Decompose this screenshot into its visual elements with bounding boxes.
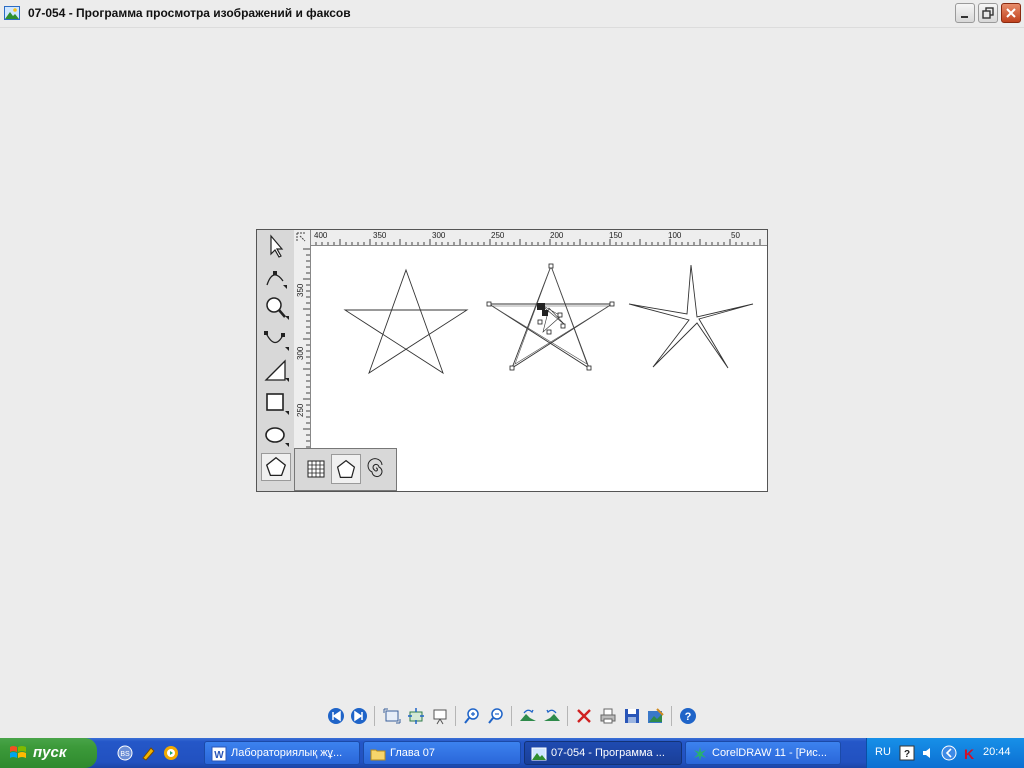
ruler-top-label: 150 [609, 231, 623, 240]
ruler-left-label: 250 [296, 403, 305, 417]
zoom-out-icon[interactable] [486, 706, 506, 726]
delete-icon[interactable] [574, 706, 594, 726]
toolbar-separator [567, 706, 568, 726]
polygon-flyout [294, 448, 397, 491]
toolbar-separator [511, 706, 512, 726]
curve-tool-icon [264, 331, 289, 351]
spiral-icon [367, 458, 383, 478]
save-icon[interactable] [622, 706, 642, 726]
ruler-top: 400 350 300 250 200 150 100 50 [294, 230, 767, 246]
svg-text:K: K [964, 746, 974, 761]
media-player-icon[interactable] [163, 745, 179, 761]
shape-tool-icon [266, 271, 287, 289]
svg-text:?: ? [685, 711, 692, 723]
word-icon: W [211, 746, 227, 762]
ellipse-tool-icon [265, 427, 289, 447]
taskbar-item[interactable]: W Лабораториялық жұ... [204, 741, 360, 765]
polygon-tool-icon [261, 453, 291, 481]
clock: 20:44 [983, 746, 1011, 758]
polygon-icon [331, 454, 361, 484]
ruler-corner [294, 230, 311, 246]
toolbox [257, 230, 295, 491]
system-tray: RU ? K 20:44 [866, 738, 1024, 768]
ruler-origin-icon [296, 232, 306, 242]
taskbar-item-label: Глава 07 [390, 747, 436, 759]
taskbar-item-label: 07-054 - Программа ... [551, 747, 665, 759]
zoom-tool-icon [266, 297, 289, 320]
actual-size-icon[interactable] [406, 706, 426, 726]
ruler-top-label: 100 [668, 231, 682, 240]
toolbar-separator [374, 706, 375, 726]
image-viewer-icon [4, 6, 20, 20]
pick-tool-icon [270, 234, 284, 258]
kaspersky-icon[interactable]: K [961, 745, 977, 761]
viewer-toolbar: ? [322, 703, 702, 729]
star-shape-distorted [628, 264, 754, 369]
zoom-in-icon[interactable] [462, 706, 482, 726]
pencil-icon[interactable] [140, 745, 156, 761]
restore-icon [982, 7, 994, 19]
taskbar: пуск BS W Лабораториялық жұ... Глава 07 … [0, 738, 1024, 768]
graph-paper-icon [307, 460, 325, 478]
start-button[interactable]: пуск [0, 738, 97, 768]
toolbar-separator [455, 706, 456, 726]
title-bar: 07-054 - Программа просмотра изображений… [0, 0, 1024, 28]
ruler-top-label: 250 [491, 231, 505, 240]
svg-text:BS: BS [120, 751, 130, 758]
taskbar-item-label: Лабораториялық жұ... [231, 747, 343, 759]
best-fit-icon[interactable] [382, 706, 402, 726]
close-button[interactable] [1001, 3, 1021, 23]
ruler-top-graphic: 400 350 300 250 200 150 100 50 [309, 231, 761, 245]
restore-button[interactable] [978, 3, 998, 23]
minimize-button[interactable] [955, 3, 975, 23]
ruler-left-label: 350 [296, 283, 305, 297]
toolbar-separator [671, 706, 672, 726]
previous-image-icon[interactable] [326, 706, 346, 726]
print-icon[interactable] [598, 706, 618, 726]
rectangle-tool-icon [266, 393, 289, 415]
start-label: пуск [33, 744, 67, 761]
ruler-top-label: 350 [373, 231, 387, 240]
taskbar-item-label: CorelDRAW 11 - [Рис... [712, 747, 827, 759]
star-shape [343, 268, 469, 375]
window-title: 07-054 - Программа просмотра изображений… [28, 6, 351, 20]
ruler-top-label: 300 [432, 231, 446, 240]
dimension-tool-icon [264, 359, 289, 382]
star-shape-selected [486, 263, 615, 371]
close-icon [1006, 8, 1016, 18]
help-tray-icon[interactable]: ? [899, 745, 915, 761]
ruler-top-label: 400 [314, 231, 328, 240]
rotate-counterclockwise-icon[interactable] [542, 706, 562, 726]
minimize-icon [961, 16, 968, 18]
ruler-left-label: 300 [296, 346, 305, 360]
speaker-icon[interactable] [921, 745, 937, 761]
taskbar-item[interactable]: Глава 07 [363, 741, 521, 765]
taskbar-item-active[interactable]: 07-054 - Программа ... [524, 741, 682, 765]
svg-text:W: W [214, 750, 224, 761]
language-indicator[interactable]: RU [875, 746, 891, 758]
slideshow-icon[interactable] [430, 706, 450, 726]
ruler-top-label: 200 [550, 231, 564, 240]
taskbar-item[interactable]: CorelDRAW 11 - [Рис... [685, 741, 841, 765]
rotate-clockwise-icon[interactable] [518, 706, 538, 726]
windows-logo-icon [10, 746, 26, 758]
coreldraw-icon [694, 747, 706, 761]
ruler-top-label: 50 [731, 231, 740, 240]
bs-player-icon[interactable]: BS [117, 745, 133, 761]
image-viewer-icon [531, 747, 547, 761]
next-image-icon[interactable] [349, 706, 369, 726]
edit-icon[interactable] [646, 706, 666, 726]
folder-icon [370, 749, 386, 761]
svg-text:?: ? [904, 749, 910, 760]
expand-tray-icon[interactable] [941, 745, 957, 761]
help-icon[interactable]: ? [678, 706, 698, 726]
displayed-image: 400 350 300 250 200 150 100 50 350 300 2… [256, 229, 768, 492]
